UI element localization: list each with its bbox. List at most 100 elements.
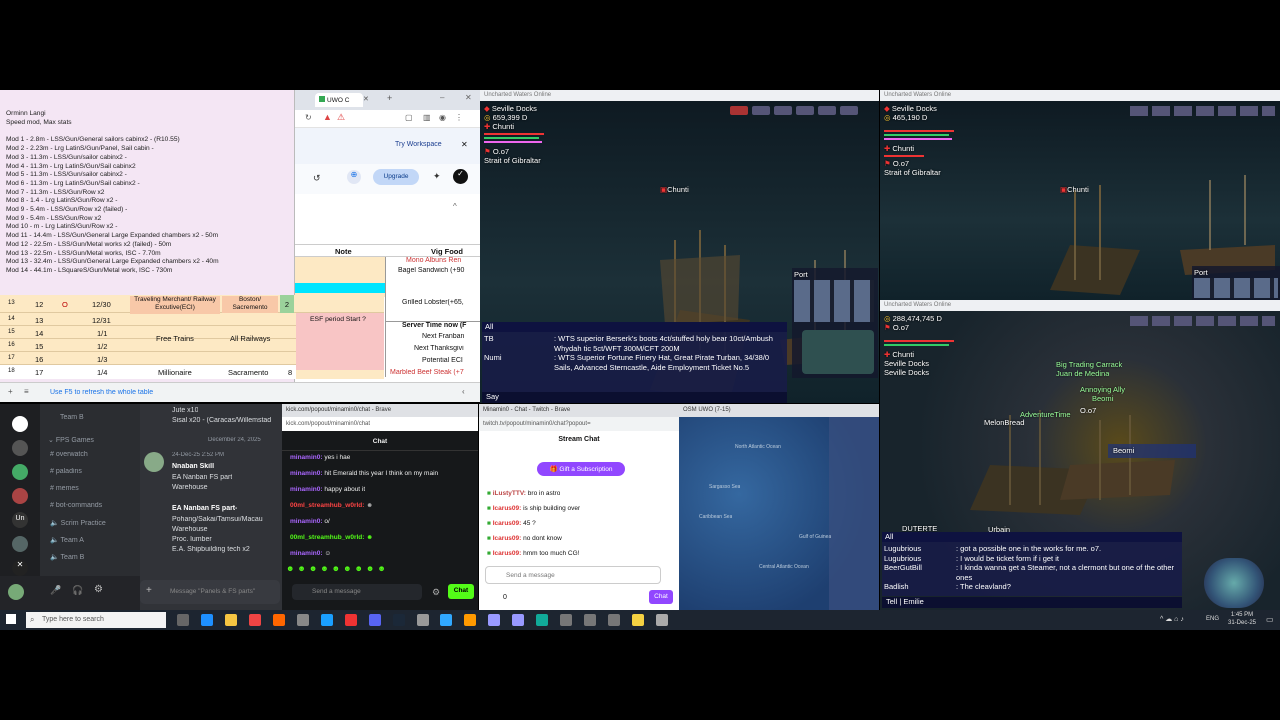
app-icon[interactable] <box>560 614 573 626</box>
brave-icon[interactable] <box>272 614 285 626</box>
chat-tab-all[interactable]: All <box>485 322 493 331</box>
adblock-shield-icon[interactable]: ▲ <box>323 112 332 122</box>
kick-message-input[interactable]: Send a message <box>292 584 422 600</box>
vig-food-cell[interactable]: Mono Albuns Ren <box>386 257 481 267</box>
after-effects-icon[interactable] <box>512 614 525 626</box>
chat-user[interactable]: minamin0: <box>290 486 323 493</box>
address-bar[interactable]: kick.com/popout/minamin0/chat <box>282 417 478 431</box>
warning-icon[interactable]: ⚠ <box>337 112 345 123</box>
history-icon[interactable]: ↺ <box>313 173 321 184</box>
gift-sub-button[interactable]: 🎁 Gift a Subscription <box>537 462 625 476</box>
emote-bar[interactable]: ☻☻☻☻☻☻☻☻☻ <box>286 564 426 574</box>
bookmark-icon[interactable]: ▢ <box>405 113 413 122</box>
server-icon[interactable]: Un <box>12 512 28 528</box>
banner-close-icon[interactable]: ✕ <box>461 140 468 149</box>
clock[interactable]: 1:45 PM 31-Dec-25 <box>1224 611 1260 627</box>
tell-input[interactable]: Tell | Emilie <box>882 597 1182 608</box>
table-row[interactable]: 16 15 1/2 <box>0 339 296 352</box>
twitch-chat-button[interactable]: Chat <box>649 590 673 604</box>
game-window-top-right[interactable]: Uncharted Waters Online ◆ Seville Docks … <box>880 90 1280 300</box>
address-bar[interactable]: twitch.tv/popout/minamin0/chat?popout= <box>479 417 679 431</box>
chat-user[interactable]: 00ml_streamhub_w0rld: <box>290 534 364 541</box>
settings-gear-icon[interactable]: ⚙ <box>94 584 103 595</box>
globe-icon[interactable] <box>1204 558 1264 608</box>
steam-icon[interactable] <box>392 614 405 626</box>
chat-user[interactable]: minamin0: <box>290 454 323 461</box>
port-action-buttons[interactable] <box>1194 278 1278 298</box>
channel-overwatch[interactable]: # overwatch <box>50 451 88 458</box>
refresh-icon[interactable]: ↻ <box>305 113 312 122</box>
chat-user[interactable]: minamin0: <box>290 470 323 477</box>
kick-chat-button[interactable]: Chat <box>448 584 474 599</box>
meet-icon[interactable]: ⊕ <box>347 170 361 184</box>
avatar[interactable] <box>144 452 164 472</box>
table-row[interactable]: 14 13 12/31 ESF period Start ? <box>0 313 384 326</box>
headphones-icon[interactable]: 🎧 <box>72 585 83 596</box>
twitch-message-input[interactable]: Send a message <box>485 566 661 584</box>
upgrade-button[interactable]: Upgrade <box>373 169 419 185</box>
note-column-header[interactable]: Note <box>335 247 352 256</box>
chat-user[interactable]: Icarus09: <box>493 550 522 557</box>
app-icon[interactable] <box>416 614 429 626</box>
tray-icons[interactable]: ^ ☁ ⌂ ♪ <box>1160 615 1184 623</box>
server-icon[interactable] <box>12 536 28 552</box>
vig-food-column-header[interactable]: Vig Food <box>431 247 463 256</box>
game-top-menu[interactable] <box>1130 316 1275 326</box>
collapse-icon[interactable]: ^ <box>453 202 457 211</box>
account-avatar[interactable]: ✓ <box>453 169 468 184</box>
menu-icon[interactable] <box>796 106 814 115</box>
vig-food-cell[interactable]: Server Time now (F <box>386 321 481 333</box>
game-chat-box[interactable]: All Lugubrious: got a possible one in th… <box>882 532 1182 596</box>
minimap[interactable] <box>802 330 874 374</box>
sheets-menu-icon[interactable]: ≡ <box>24 387 29 396</box>
chat-user[interactable]: 00ml_streamhub_w0rld: <box>290 502 364 509</box>
illustrator-icon[interactable] <box>464 614 477 626</box>
channel-team-b[interactable]: Team B <box>60 414 84 421</box>
app-icon[interactable] <box>296 614 309 626</box>
sidebar-icon[interactable]: ▥ <box>423 113 431 122</box>
ship-name-label[interactable]: Beomi <box>1108 444 1196 458</box>
table-row[interactable]: 17 16 1/3 <box>0 352 296 365</box>
category-fps[interactable]: ⌄ FPS Games <box>48 436 94 444</box>
vig-food-cell[interactable]: Marbled Beef Steak (+7 <box>386 369 481 381</box>
discord-icon[interactable] <box>368 614 381 626</box>
vig-food-cell[interactable]: Next Thanksgivi <box>386 345 481 357</box>
server-icon[interactable] <box>12 488 28 504</box>
profile-icon[interactable]: ◉ <box>439 113 446 122</box>
channel-points[interactable]: 0 <box>503 594 507 601</box>
taskbar-search[interactable]: ⌕ Type here to search <box>26 612 166 628</box>
windows-start-icon[interactable] <box>6 614 16 624</box>
menu-icon[interactable] <box>840 106 858 115</box>
channel-paladins[interactable]: # paladins <box>50 468 82 475</box>
edge-icon[interactable] <box>200 614 213 626</box>
game-top-menu[interactable] <box>1130 106 1275 116</box>
add-attachment-icon[interactable]: + <box>146 585 152 596</box>
table-row[interactable]: 13 12 O 12/30 Traveling Merchant/ Railwa… <box>0 295 384 314</box>
photoshop-icon[interactable] <box>440 614 453 626</box>
chat-user[interactable]: Icarus09: <box>493 505 522 512</box>
app-icon[interactable] <box>536 614 549 626</box>
menu-icon[interactable] <box>818 106 836 115</box>
notification-icon[interactable]: ▭ <box>1266 615 1274 624</box>
channel-team-a[interactable]: 🔈 Team A <box>50 536 84 544</box>
user-avatar[interactable] <box>8 584 24 600</box>
vig-food-cell[interactable]: Grilled Lobster(+65, <box>386 299 481 321</box>
premiere-icon[interactable] <box>488 614 501 626</box>
server-icon[interactable] <box>12 464 28 480</box>
say-input[interactable]: Say <box>482 392 787 403</box>
gemini-icon[interactable]: ✦ <box>433 171 441 182</box>
chat-user[interactable]: iLustyTTV: <box>493 490 526 497</box>
game-window-bottom-right[interactable]: Uncharted Waters Online ◎ 288,474,745 D … <box>880 300 1280 610</box>
try-workspace-link[interactable]: Try Workspace <box>395 141 442 148</box>
chat-tab-all[interactable]: All <box>885 532 893 541</box>
map-window[interactable]: OSM UWO (7-15) North Atlantic Ocean Sarg… <box>679 404 879 610</box>
settings-gear-icon[interactable]: ⚙ <box>432 587 440 598</box>
vig-food-cell[interactable]: Potential ECI <box>386 357 481 369</box>
task-view-icon[interactable] <box>177 614 189 626</box>
add-sheet-icon[interactable]: + <box>8 387 13 396</box>
file-explorer-icon[interactable] <box>224 614 237 626</box>
vig-food-cell[interactable]: Bagel Sandwich (+90 <box>386 267 481 279</box>
channel-team-b-voice[interactable]: 🔈 Team B <box>50 553 84 561</box>
chat-user[interactable]: minamin0: <box>290 550 323 557</box>
menu-icon[interactable]: ⋮ <box>455 113 463 122</box>
